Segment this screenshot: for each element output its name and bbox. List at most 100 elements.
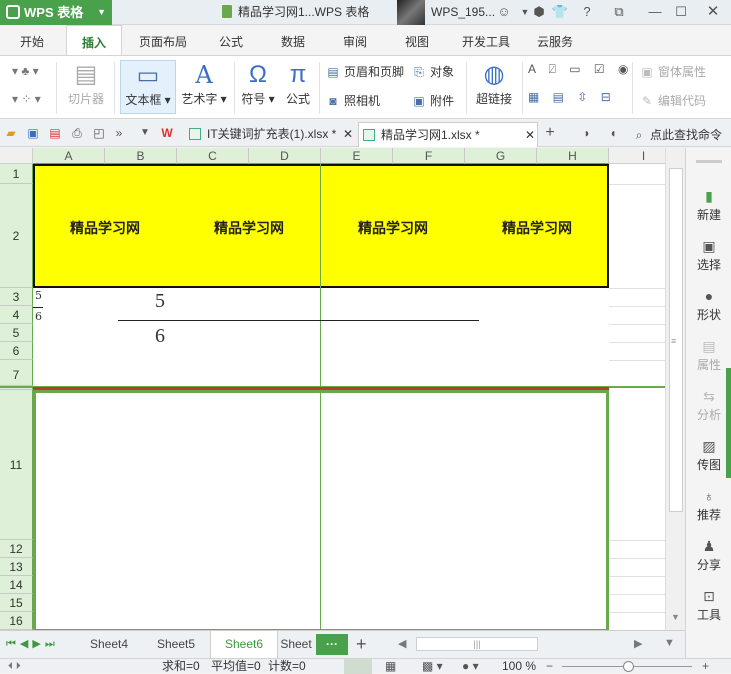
nav-forward-icon[interactable]: ◖ [606,126,620,140]
row-header-12[interactable]: 12 [0,540,33,558]
tools-tool[interactable]: ⊡ 工具 [686,586,731,623]
sheet-tab-sheet6[interactable]: Sheet6 [210,631,278,658]
tab-data[interactable]: 数据 [270,25,316,55]
doc-tab-2[interactable]: 精品学习网1.xlsx * ✕ [358,122,538,147]
column-header-a[interactable]: A [33,148,105,164]
edit-code-button[interactable]: ✎ 编辑代码 [640,92,706,109]
tab-page-layout[interactable]: 页面布局 [131,25,195,55]
scroll-right-icon[interactable]: ▶ [634,637,642,650]
zoom-out-icon[interactable]: − [546,659,553,674]
print-preview-icon[interactable]: ◰ [92,126,106,140]
row-header-11[interactable]: 11 [0,390,33,540]
slicer-button[interactable]: ▤ 切片器 [64,60,108,107]
column-header-g[interactable]: G [465,148,537,164]
sheet-nav-arrows[interactable]: ⏮◀▶⏭ [6,637,59,651]
eye-protect-icon[interactable]: ● ▾ [462,659,479,674]
open-folder-icon[interactable]: ▰ [4,126,18,140]
new-tool[interactable]: ▮ 新建 [686,186,731,223]
tab-formulas[interactable]: 公式 [208,25,254,55]
select-all-corner[interactable] [0,148,33,164]
minimize-icon[interactable]: — [646,3,664,21]
row-header-2[interactable]: 2 [0,184,33,288]
upload-image-tool[interactable]: ▨ 传图 [686,436,731,473]
attachment-button[interactable]: ▣ 附件 [412,92,454,109]
row-header-4[interactable]: 4 [0,306,33,324]
spreadsheet-grid[interactable]: A B C D E F G H I 1 2 3 4 5 6 7 11 12 13… [0,148,665,630]
column-header-f[interactable]: F [393,148,465,164]
skin-icon[interactable]: ☺ [495,3,513,21]
app-menu-button[interactable]: WPS 表格 ▼ [0,0,112,25]
row-header-15[interactable]: 15 [0,594,33,612]
add-sheet-icon[interactable]: + [356,634,367,655]
row-header-1[interactable]: 1 [0,164,33,184]
scroll-down-icon[interactable]: ▼ [671,612,680,622]
scroll-down-icon[interactable]: ▼ [664,637,675,649]
tab-developer[interactable]: 开发工具 [454,25,518,55]
sheet-tab-partial[interactable]: Sheet [278,631,314,658]
tab-home[interactable]: 开始 [10,25,54,55]
nav-back-icon[interactable]: ◗ [580,126,594,140]
textbox-button[interactable]: ▭ 文本框 ▾ [120,60,176,114]
row-header-3[interactable]: 3 [0,288,33,306]
shield-icon[interactable]: ⬢ [530,3,548,21]
zoom-level[interactable]: 100 % [502,659,536,674]
row-header-13[interactable]: 13 [0,558,33,576]
tab-view[interactable]: 视图 [394,25,440,55]
tab-review[interactable]: 审阅 [332,25,378,55]
wps-w-icon[interactable]: W [160,126,174,140]
normal-view-icon[interactable] [344,659,372,674]
form-properties-button[interactable]: ▣ 窗体属性 [640,63,706,80]
properties-tool[interactable]: ▤ 属性 [686,336,731,373]
row-header-7[interactable]: 7 [0,360,33,386]
pane-collapse-handle[interactable] [726,368,731,478]
save-icon[interactable]: ▣ [26,126,40,140]
avatar[interactable] [397,0,425,25]
row-header-14[interactable]: 14 [0,576,33,594]
column-header-b[interactable]: B [105,148,177,164]
print-icon[interactable]: ⎙ [70,126,84,140]
shape-tool[interactable]: ● 形状 [686,286,731,323]
zoom-in-icon[interactable]: + [702,659,709,674]
page-break-view-icon[interactable]: ▦ [385,659,396,674]
more-sheets-button[interactable]: ··· [316,634,348,655]
zoom-slider-thumb[interactable] [623,661,634,672]
close-icon[interactable]: ✕ [525,123,535,147]
more-icon[interactable]: » [112,126,126,140]
horizontal-scrollbar-thumb[interactable]: ||| [416,637,538,651]
page-layout-view-icon[interactable]: ▩ ▾ [422,659,443,674]
wordart-button[interactable]: A 艺术字 ▾ [180,60,228,107]
symbol-button[interactable]: Ω 符号 ▾ [240,60,276,107]
hyperlink-button[interactable]: ◍ 超链接 [472,60,516,107]
column-header-d[interactable]: D [249,148,321,164]
maximize-icon[interactable]: ☐ [672,3,690,21]
cell-a3[interactable]: 5 [35,289,42,302]
select-tool[interactable]: ▣ 选择 [686,236,731,273]
shirt-icon[interactable]: 👕 [551,3,569,21]
share-tool[interactable]: ♟ 分享 [686,536,731,573]
command-search[interactable]: ⌕ 点此查找命令 [632,126,722,143]
sheet-tab-sheet5[interactable]: Sheet5 [144,631,208,658]
form-controls-row2[interactable]: ▦ ▤ ⇳ ⊟ [528,90,616,104]
row-header-5[interactable]: 5 [0,324,33,342]
recommend-tool[interactable]: ♁ 推荐 [686,486,731,523]
header-footer-button[interactable]: ▤ 页眉和页脚 [326,63,404,80]
row-header-16[interactable]: 16 [0,612,33,630]
form-controls-row1[interactable]: A ⍁ ▭ ☑ ◉ [528,62,633,77]
restore-icon[interactable]: ⧉ [610,3,628,21]
column-header-c[interactable]: C [177,148,249,164]
cell-a4[interactable]: 6 [35,310,42,323]
analyze-tool[interactable]: ⇆ 分析 [686,386,731,423]
column-header-e[interactable]: E [321,148,393,164]
doc-tab-1[interactable]: IT关键词扩充表(1).xlsx * ✕ [185,122,355,147]
tab-insert[interactable]: 插入 [66,25,122,55]
column-header-h[interactable]: H [537,148,609,164]
help-icon[interactable]: ? [578,3,596,21]
close-icon[interactable]: ✕ [343,122,353,146]
tab-cloud[interactable]: 云服务 [528,25,582,55]
chevron-down-icon[interactable]: ▼ [138,126,152,140]
sheet-tab-sheet4[interactable]: Sheet4 [78,631,140,658]
new-tab-icon[interactable]: + [543,125,557,141]
formula-button[interactable]: π 公式 [282,60,314,107]
vertical-scrollbar[interactable]: ≡ ▼ [665,148,685,630]
pdf-icon[interactable]: ▤ [48,126,62,140]
